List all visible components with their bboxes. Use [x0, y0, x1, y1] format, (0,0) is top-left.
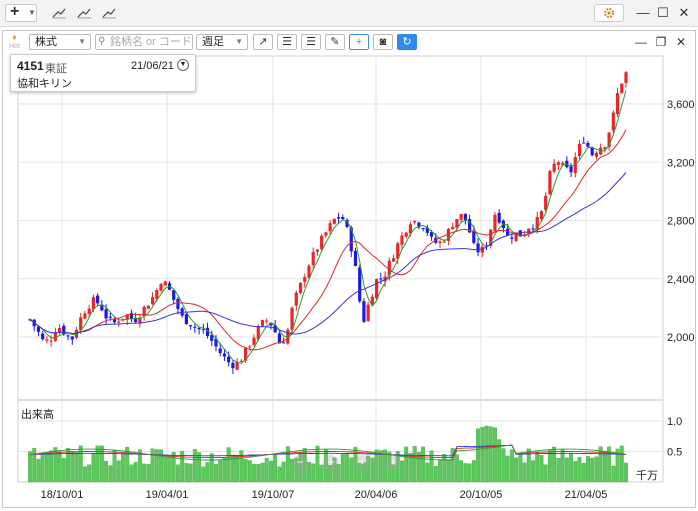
pencil-icon: ✎	[330, 36, 340, 48]
period-select[interactable]: 週足 ▼	[196, 34, 248, 50]
volume-label: 出来高	[21, 409, 54, 421]
maximize-icon[interactable]: ☐	[654, 4, 672, 22]
search-placeholder: 銘柄名 or コード	[110, 36, 192, 48]
hot-badge: ♦ Hot	[9, 32, 20, 51]
market-select[interactable]: 株式 ▼	[29, 34, 91, 50]
scroll-left-icon[interactable]: ‹	[354, 455, 370, 471]
panel-minimize-icon[interactable]: —	[633, 34, 649, 50]
chevron-down-icon[interactable]: ▼	[177, 59, 189, 71]
chevron-down-icon: ▼	[235, 37, 243, 46]
camera-icon: ◙	[379, 36, 387, 48]
crosshair-icon: +	[355, 36, 363, 48]
chevron-down-icon: ▼	[78, 37, 86, 46]
stock-info-box: 4151 東証 21/06/21 ▼ 協和キリン	[10, 54, 196, 92]
market-select-value: 株式	[35, 36, 57, 48]
screenshot-button[interactable]: ◙	[373, 34, 393, 50]
app-window: + ▼ — ☐ ✕ ♦ Hot 株式 ▼ ⚲ 銘柄名 or コード 週足 ▼ ↗…	[0, 0, 698, 511]
chart-layout-1-icon[interactable]	[48, 3, 70, 23]
stock-name: 協和キリン	[17, 78, 72, 90]
panel-restore-icon[interactable]: ❐	[653, 34, 669, 50]
gear-icon	[604, 8, 614, 18]
chart-panel: ♦ Hot 株式 ▼ ⚲ 銘柄名 or コード 週足 ▼ ↗ ☰ ☰ ✎ + ◙ …	[2, 30, 696, 508]
lines-right-icon: ☰	[306, 36, 316, 48]
close-icon[interactable]: ✕	[675, 4, 693, 22]
refresh-icon: ↻	[402, 36, 412, 48]
settings-button[interactable]	[594, 4, 624, 22]
minimize-icon[interactable]: —	[634, 4, 652, 22]
crosshair-tool-button[interactable]: +	[349, 34, 369, 50]
stock-date: 21/06/21	[131, 60, 174, 72]
align-left-tool-button[interactable]: ☰	[277, 34, 297, 50]
chart-layout-2-icon[interactable]	[73, 3, 95, 23]
plus-icon: +	[10, 3, 20, 20]
panel-close-icon[interactable]: ✕	[673, 34, 689, 50]
align-right-tool-button[interactable]: ☰	[301, 34, 321, 50]
chart-layout-3-icon[interactable]	[98, 3, 120, 23]
flame-icon: ♦	[12, 32, 17, 42]
stock-code: 4151	[17, 59, 44, 73]
zoom-in-icon[interactable]: +	[323, 455, 339, 471]
lines-left-icon: ☰	[282, 36, 292, 48]
search-icon: ⚲	[98, 36, 106, 47]
refresh-button[interactable]: ↻	[397, 34, 417, 50]
chart-toolbar: ♦ Hot 株式 ▼ ⚲ 銘柄名 or コード 週足 ▼ ↗ ☰ ☰ ✎ + ◙ …	[3, 31, 695, 53]
stock-market: 東証	[45, 63, 67, 75]
period-select-value: 週足	[202, 36, 224, 48]
draw-tool-button[interactable]: ✎	[325, 34, 345, 50]
symbol-search-input[interactable]: ⚲ 銘柄名 or コード	[95, 34, 193, 50]
trendline-tool-button[interactable]: ↗	[253, 34, 273, 50]
add-chart-button[interactable]: + ▼	[5, 3, 37, 22]
scroll-right-icon[interactable]: ›	[385, 455, 401, 471]
arrow-diagonal-icon: ↗	[258, 36, 268, 48]
volume-unit-label: 千万	[636, 470, 658, 482]
zoom-out-icon[interactable]: −	[292, 455, 308, 471]
title-bar: + ▼ — ☐ ✕	[0, 0, 698, 27]
chevron-down-icon: ▼	[28, 8, 36, 17]
